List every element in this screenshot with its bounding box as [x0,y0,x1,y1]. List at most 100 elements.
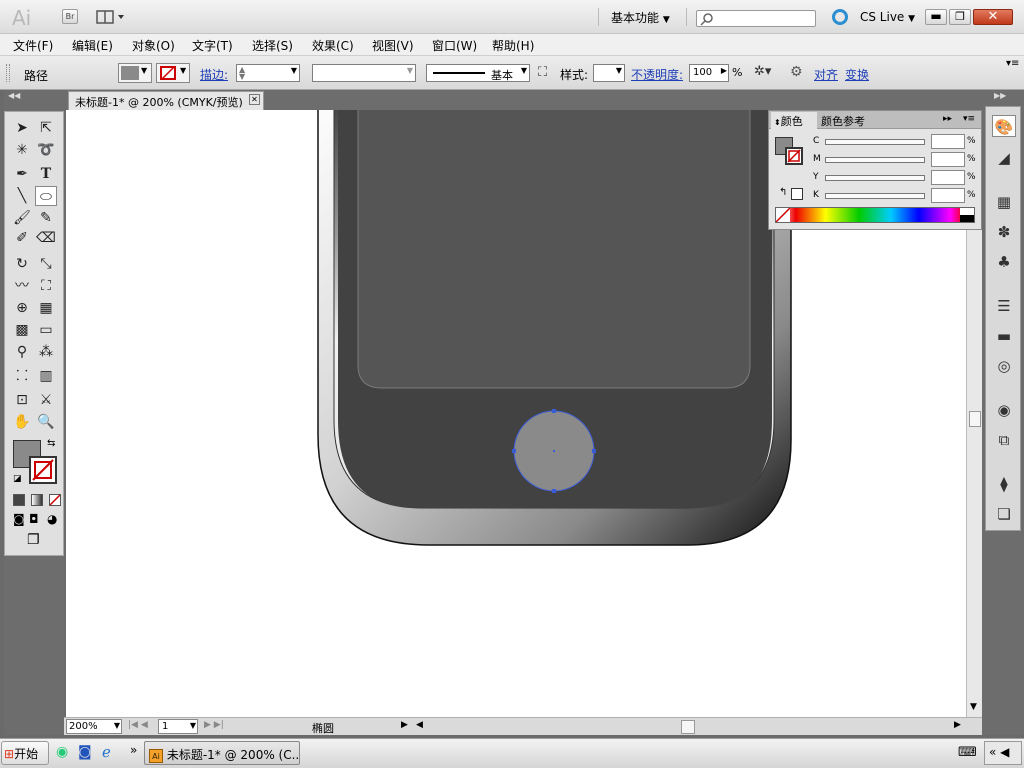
perspective-grid-tool-icon[interactable]: ▦ [35,298,57,318]
align-link[interactable]: 对齐 [814,66,838,83]
appearance-icon[interactable]: ◉ [992,399,1016,421]
next-artboard-icon[interactable]: ▶ ▶| [204,720,224,730]
anchor-point-right[interactable] [592,449,596,453]
swatches-icon[interactable]: ▦ [992,191,1016,213]
ellipse-tool-icon[interactable]: ⬭ [35,186,57,206]
menu-effect[interactable]: 效果(C) [312,37,354,54]
magic-wand-tool-icon[interactable]: ✳ [11,140,33,160]
fill-swatch-dropdown[interactable]: ▼ [118,63,152,83]
last-color-swatch[interactable] [791,188,803,200]
transparency-icon[interactable]: ◎ [992,355,1016,377]
type-tool-icon[interactable]: T [35,164,57,184]
zoom-dropdown[interactable]: 200% ▼ [66,719,122,734]
transform-link[interactable]: 变换 [845,66,869,83]
menu-select[interactable]: 选择(S) [252,37,293,54]
opacity-link[interactable]: 不透明度: [631,66,683,83]
bridge-button[interactable]: Br [62,9,78,24]
anchor-point-top[interactable] [552,409,556,413]
layers-icon[interactable]: ⧫ [992,473,1016,495]
close-button[interactable]: ✕ [973,9,1013,25]
quicklaunch-more-icon[interactable]: » [130,743,137,757]
stroke-color-box[interactable] [29,456,57,484]
tab-color-guide[interactable]: 颜色参考 [821,113,865,129]
restore-button[interactable]: ❐ [949,9,971,25]
none-color-icon[interactable] [776,208,790,222]
scroll-right-icon[interactable]: ▶ [954,720,961,730]
panel-menu-icon[interactable]: ▾≡ [963,114,975,124]
none-mode-icon[interactable] [49,494,61,506]
blob-brush-tool-icon[interactable]: ✐ [11,228,33,248]
document-tab[interactable]: 未标题-1* @ 200% (CMYK/预览) ✕ [68,91,264,110]
quicklaunch-ie-icon[interactable]: ℯ [102,743,111,761]
color-guide-icon[interactable]: ◢ [992,147,1016,169]
panel-stroke-swatch[interactable] [785,147,803,165]
eraser-tool-icon[interactable]: ⌫ [35,228,57,248]
search-input[interactable] [696,10,816,27]
draw-inside-icon[interactable]: ◕ [47,512,57,526]
mesh-tool-icon[interactable]: ▩ [11,320,33,340]
first-artboard-icon[interactable]: |◀ ◀ [128,720,148,730]
horizontal-scrollbar[interactable] [429,720,949,734]
brushes-icon[interactable]: ✽ [992,221,1016,243]
lasso-tool-icon[interactable]: ➰ [35,140,57,160]
gear-icon[interactable]: ⚙ [790,64,803,80]
line-tool-icon[interactable]: ╲ [11,186,33,206]
color-spectrum[interactable] [775,207,975,223]
stroke-swatch-dropdown[interactable]: ▼ [156,63,190,83]
draw-behind-icon[interactable]: ◘ [29,512,39,526]
hand-tool-icon[interactable]: ✋ [11,412,33,432]
free-transform-tool-icon[interactable]: ⛶ [35,276,57,296]
cs-live-menu[interactable]: CS Live ▼ [860,10,915,24]
menu-object[interactable]: 对象(O) [132,37,175,54]
brush-options-icon[interactable]: ⛶ [538,65,547,80]
selection-tool-icon[interactable]: ➤ [11,118,33,138]
menu-type[interactable]: 文字(T) [192,37,233,54]
direct-selection-tool-icon[interactable]: ⇱ [35,118,57,138]
keyboard-tray-icon[interactable]: ⌨ [958,745,977,760]
graphic-style-dropdown[interactable]: ▼ [593,64,625,82]
pencil-tool-icon[interactable]: ✎ [35,208,57,228]
opacity-field[interactable]: 100 ▶ [689,64,729,82]
gradient-panel-icon[interactable]: ▬ [992,325,1016,347]
color-mode-icon[interactable] [13,494,25,506]
channel-k-slider[interactable] [825,193,925,199]
channel-y-input[interactable] [931,170,965,185]
draw-normal-icon[interactable]: ◙ [13,512,25,526]
scroll-left-icon[interactable]: ◀ [416,720,423,730]
out-of-gamut-icon[interactable]: ↰ [779,187,787,198]
menu-file[interactable]: 文件(F) [13,37,53,54]
channel-y-slider[interactable] [825,175,925,181]
arrange-documents-button[interactable] [96,9,126,25]
stepper-icon[interactable]: ▲ ▼ [239,66,245,81]
screen-mode-icon[interactable]: ❐ [27,532,40,548]
start-button[interactable]: ⊞开始 [1,741,49,765]
channel-c-slider[interactable] [825,139,925,145]
graphic-styles-icon[interactable]: ⧉ [992,429,1016,451]
phone-screen[interactable] [357,110,751,389]
stroke-weight-field[interactable]: ▲ ▼ ▼ [236,64,300,82]
scrollbar-thumb[interactable] [681,720,695,734]
default-colors-icon[interactable]: ◪ [13,474,22,484]
play-icon[interactable]: ▶ [721,66,727,75]
panel-collapse-icon[interactable]: ▸▸ [943,114,952,124]
artboard-tool-icon[interactable]: ⊡ [11,390,33,410]
close-tab-icon[interactable]: ✕ [249,94,260,105]
menu-help[interactable]: 帮助(H) [492,37,534,54]
gradient-mode-icon[interactable] [31,494,43,506]
expand-panels-icon[interactable]: ▶▶ [994,91,1006,100]
scrollbar-thumb[interactable] [969,411,981,427]
swap-colors-icon[interactable]: ⇆ [47,438,55,449]
channel-k-input[interactable] [931,188,965,203]
artboard-navigation-field[interactable]: 1 ▼ [158,719,198,734]
menu-view[interactable]: 视图(V) [372,37,414,54]
eyedropper-tool-icon[interactable]: ⚲ [11,342,33,362]
tab-color[interactable]: ⬍颜色 [771,112,817,129]
white-swatch[interactable] [960,208,974,215]
taskbar-illustrator-window[interactable]: Ai 未标题-1* @ 200% (C... [144,741,300,765]
menu-window[interactable]: 窗口(W) [432,37,477,54]
brush-definition-dropdown[interactable]: 基本 ▼ [426,64,530,82]
collapse-icon[interactable]: ◀◀ [8,91,20,100]
rotate-tool-icon[interactable]: ↻ [11,254,33,274]
gradient-tool-icon[interactable]: ▭ [35,320,57,340]
recolor-artwork-icon[interactable]: ✲▾ [754,64,771,79]
